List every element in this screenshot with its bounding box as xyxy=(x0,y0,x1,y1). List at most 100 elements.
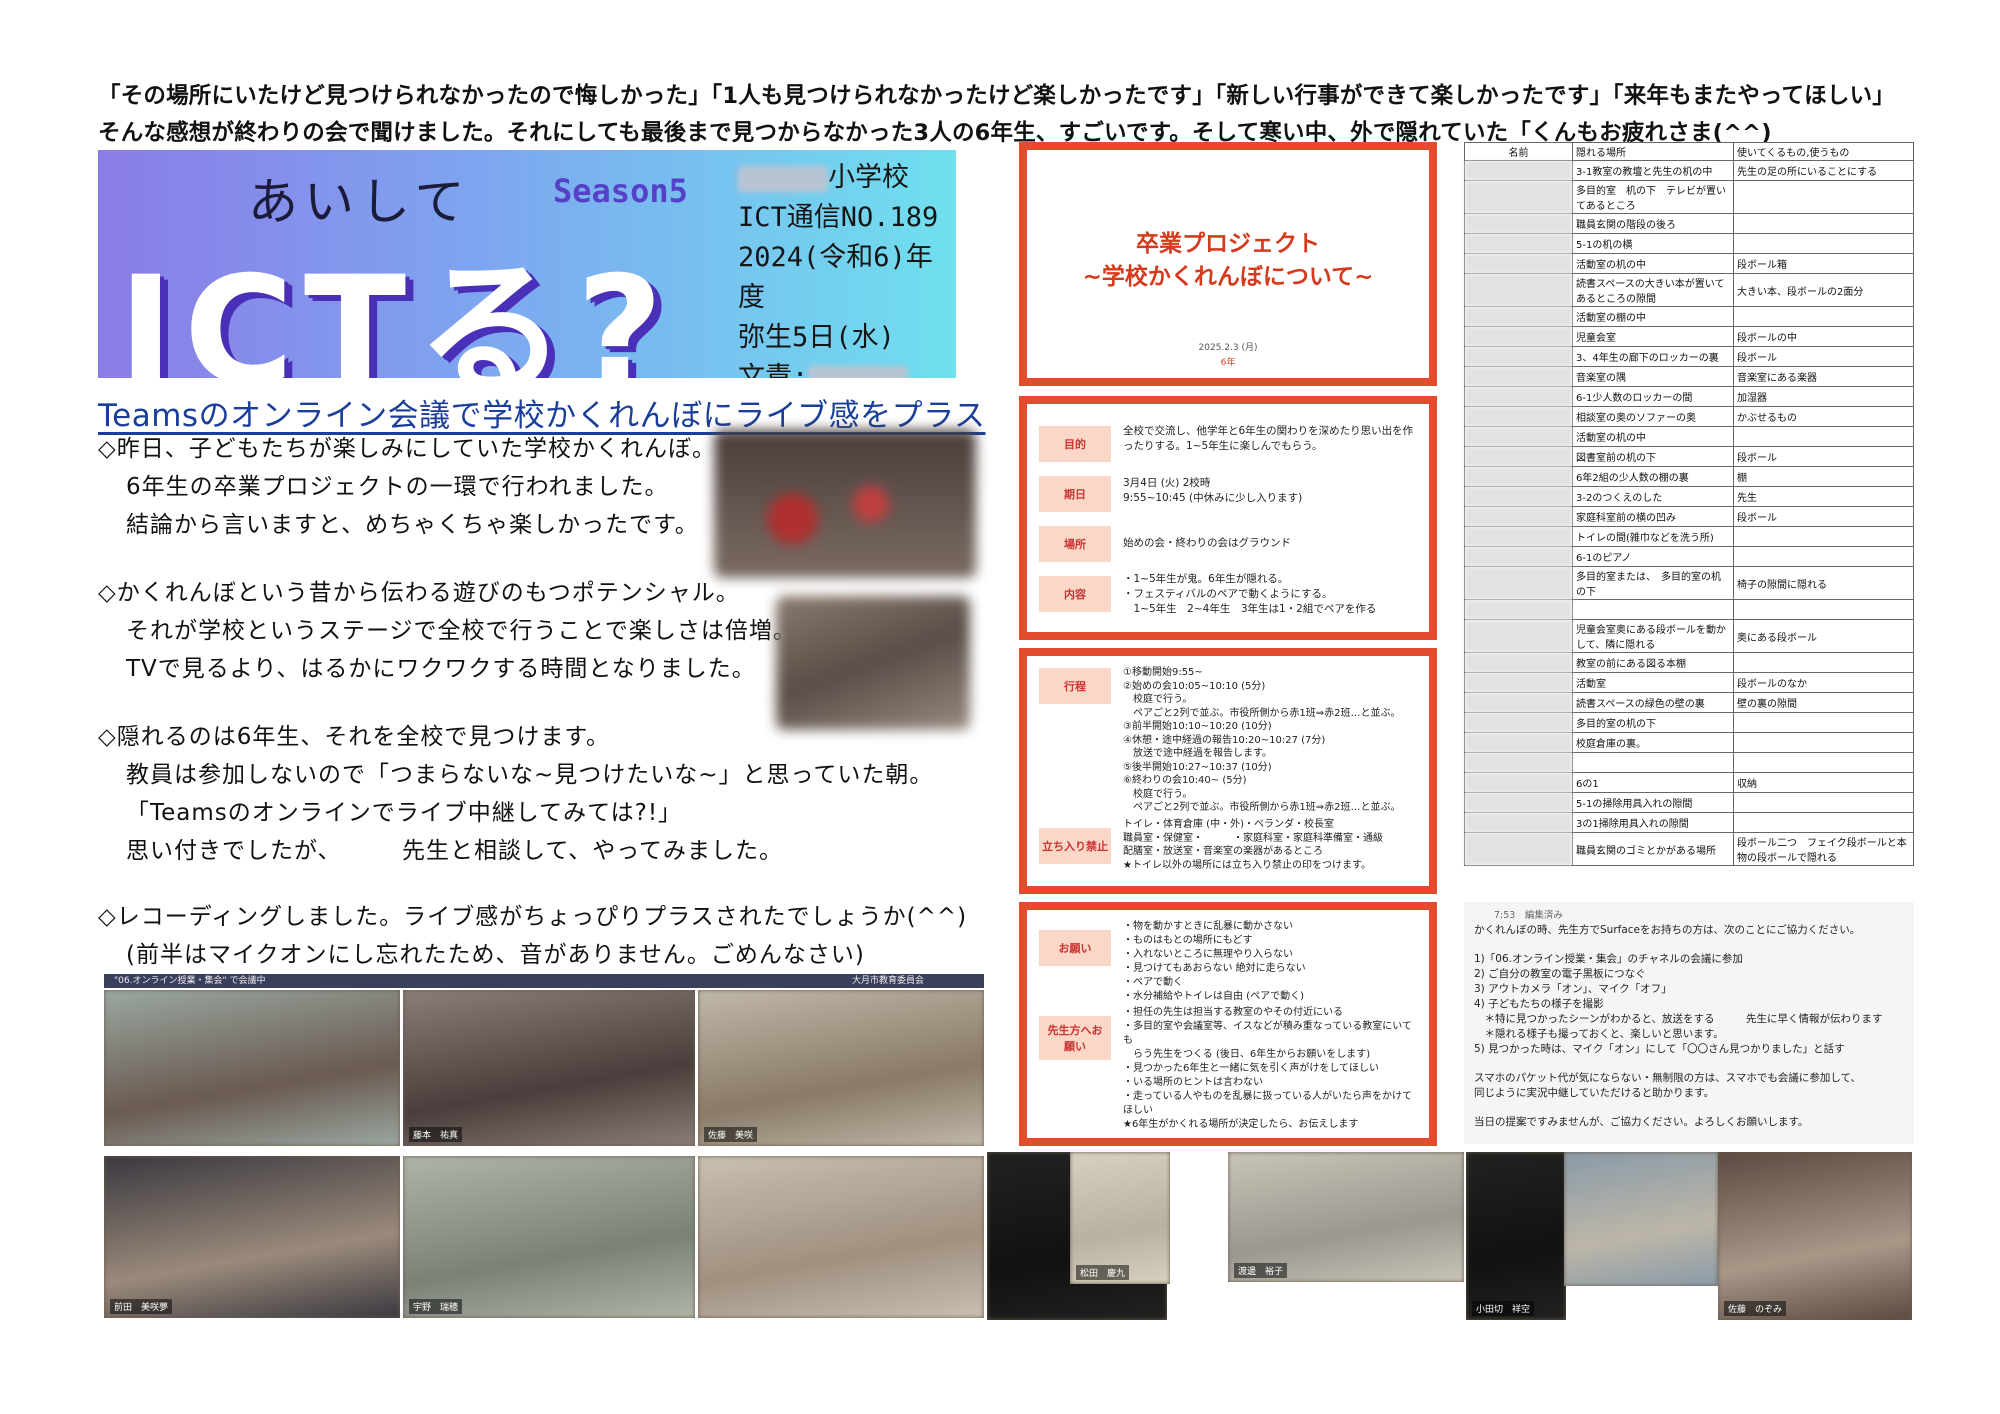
banner-info: 小学校 ICT通信NO.189 2024(令和6)年度 弥生5日(水) 文責: xyxy=(738,158,956,378)
table-row: 職員玄関の階段の後ろ xyxy=(1464,213,1914,234)
chat-line: 3) アウトカメラ「オン」、マイク「オフ」 xyxy=(1474,983,1672,995)
table-cell-place: 6年2組の少人数の棚の裏 xyxy=(1572,466,1734,487)
table-cell-place: 3、4年生の廊下のロッカーの裏 xyxy=(1572,346,1734,367)
table-cell-place: 読書スペースの緑色の壁の裏 xyxy=(1572,692,1734,713)
table-cell-name xyxy=(1464,832,1573,866)
table-cell-name xyxy=(1464,812,1573,833)
table-cell-item: 段ボール xyxy=(1733,346,1914,367)
table-row: トイレの間(雑巾などを洗う所) xyxy=(1464,526,1914,547)
table-cell-place xyxy=(1572,599,1734,620)
table-row: 図書室前の机の下 段ボール xyxy=(1464,446,1914,467)
table-cell-name xyxy=(1464,672,1573,693)
chat-line xyxy=(1474,1101,1904,1115)
table-cell-place: 音楽室の隅 xyxy=(1572,366,1734,387)
table-cell-place: 3の1掃除用具入れの隙間 xyxy=(1572,812,1734,833)
table-row: 6-1のピアノ xyxy=(1464,546,1914,567)
slide-title: 卒業プロジェクト ~学校かくれんぼについて~ 2025.2.3 (月) 6年 xyxy=(1019,142,1437,386)
table-cell-name xyxy=(1464,652,1573,673)
table-row: 多目的室または、 多目的室の机の下 椅子の隙間に隠れる xyxy=(1464,566,1914,600)
table-cell-item: 段ボール箱 xyxy=(1733,253,1914,274)
table-cell-item: 収納 xyxy=(1733,772,1914,793)
table-cell-item: 棚 xyxy=(1733,466,1914,487)
teams-chat-message: 7:53 編集済み かくれんぼの時、先生方でSurfaceをお持ちの方は、次のこ… xyxy=(1464,902,1914,1144)
video-tile xyxy=(1564,1152,1718,1286)
paragraph-3: ◇隠れるのは6年生、それを全校で見つけます。 教員は参加しないので「つまらないな… xyxy=(98,724,934,864)
blurred-photo-2 xyxy=(776,596,970,730)
table-row: 6の1 収納 xyxy=(1464,772,1914,793)
table-cell-item: 段ボール二つ フェイク段ボールと本物の段ボールで隠れる xyxy=(1733,832,1914,866)
video-tile: 渡邊 裕子 xyxy=(1228,1152,1464,1282)
table-row: 3-1教室の教壇と先生の机の中 先生の足の所にいることにする xyxy=(1464,160,1914,181)
table-cell-place: 多目的室 机の下 テレビが置いてあるところ xyxy=(1572,180,1734,214)
table-cell-name xyxy=(1464,792,1573,813)
table-cell-name xyxy=(1464,306,1573,327)
slide-tag: 先生方へお願い xyxy=(1039,1016,1111,1060)
table-cell-place: 3-1教室の教壇と先生の机の中 xyxy=(1572,160,1734,181)
slide-text: 全校で交流し、他学年と6年生の関わりを深めたり思い出を作ったりする。1~5年生に… xyxy=(1123,425,1414,452)
paragraph-4: ◇レコーディングしました。ライブ感がちょっぴりプラスされたでしょうか(^^) (… xyxy=(98,904,968,968)
table-cell-item xyxy=(1733,526,1914,547)
table-row: 教室の前にある図る本棚 xyxy=(1464,652,1914,673)
table-cell-item xyxy=(1733,426,1914,447)
video-tile: 前田 美咲夢 xyxy=(104,1156,400,1318)
video-frame xyxy=(698,990,984,1146)
table-cell-place: 多目的室または、 多目的室の机の下 xyxy=(1572,566,1734,600)
table-cell-place: 6-1少人数のロッカーの間 xyxy=(1572,386,1734,407)
table-row: 職員玄関のゴミとかがある場所 段ボール二つ フェイク段ボールと本物の段ボールで隠れ… xyxy=(1464,832,1914,866)
table-cell-name xyxy=(1464,273,1573,307)
table-cell-name xyxy=(1464,732,1573,753)
table-row: 読書スペースの大きい本が置いてあるところの隙間 大きい本、段ボールの2面分 xyxy=(1464,273,1914,307)
slide-requests: お願い ・物を動かすときに乱暴に動かさない ・ものはもとの場所にもどす ・入れな… xyxy=(1019,902,1437,1146)
table-cell-name xyxy=(1464,366,1573,387)
table-cell-name xyxy=(1464,213,1573,234)
table-cell-item: 椅子の隙間に隠れる xyxy=(1733,566,1914,600)
table-cell-name xyxy=(1464,566,1573,600)
slide-tag: 目的 xyxy=(1039,426,1111,462)
table-cell-place: 活動室の机の中 xyxy=(1572,253,1734,274)
video-frame xyxy=(1466,1152,1566,1320)
table-row: 音楽室の隅 音楽室にある楽器 xyxy=(1464,366,1914,387)
slide-text: 始めの会・終わりの会はグラウンド xyxy=(1123,537,1291,549)
table-cell-place: 図書室前の机の下 xyxy=(1572,446,1734,467)
table-row: 読書スペースの緑色の壁の裏 壁の裏の隙間 xyxy=(1464,692,1914,713)
table-row: 相談室の奥のソファーの奥 かぶせるもの xyxy=(1464,406,1914,427)
table-cell-place: 活動室の机の中 xyxy=(1572,426,1734,447)
video-tile xyxy=(698,1156,984,1318)
chat-line: 4) 子どもたちの様子を撮影 xyxy=(1474,998,1604,1010)
table-cell-item: 段ボールの中 xyxy=(1733,326,1914,347)
slide-text: トイレ・体育倉庫 (中・外)・ベランダ・校長室 職員室・保健室・ ・家庭科室・家… xyxy=(1123,819,1383,871)
slide-grade: 6年 xyxy=(1220,358,1236,368)
table-cell-place: 5-1の掃除用具入れの隙間 xyxy=(1572,792,1734,813)
table-cell-item xyxy=(1733,213,1914,234)
table-cell-name xyxy=(1464,712,1573,733)
slide-tag: お願い xyxy=(1039,930,1111,966)
table-row xyxy=(1464,599,1914,620)
slide-schedule: 行程 ①移動開始9:55~ ②始めの会10:05~10:10 (5分) 校庭で行… xyxy=(1019,648,1437,894)
table-cell-item xyxy=(1733,792,1914,813)
table-row: 多目的室 机の下 テレビが置いてあるところ xyxy=(1464,180,1914,214)
chat-body: かくれんぼの時、先生方でSurfaceをお持ちの方は、次のことにご協力ください。… xyxy=(1474,923,1904,1130)
issue-number: ICT通信NO.189 xyxy=(738,202,939,233)
table-cell-place: 家庭科室前の横の凹み xyxy=(1572,506,1734,527)
table-cell-name xyxy=(1464,180,1573,214)
table-row: 児童会室 段ボールの中 xyxy=(1464,326,1914,347)
video-frame xyxy=(403,1156,695,1318)
chat-line xyxy=(1474,938,1904,952)
table-cell-name xyxy=(1464,506,1573,527)
table-cell-name xyxy=(1464,386,1573,407)
table-cell-name xyxy=(1464,446,1573,467)
slide-text: ①移動開始9:55~ ②始めの会10:05~10:10 (5分) 校庭で行う。 … xyxy=(1123,667,1401,813)
header-banner: あいして Season5 ICTる? 小学校 ICT通信NO.189 2024(… xyxy=(98,150,956,378)
table-cell-name xyxy=(1464,752,1573,773)
table-cell-name xyxy=(1464,466,1573,487)
slide-text: ・担任の先生は担当する教室のやその付近にいる ・多目的室や会議室等、イスなどが積… xyxy=(1123,1007,1412,1130)
table-cell-name xyxy=(1464,619,1573,653)
video-tile: 佐藤 美咲 xyxy=(698,990,984,1146)
table-header: 名前 xyxy=(1464,142,1573,161)
table-cell-name xyxy=(1464,526,1573,547)
video-frame xyxy=(104,1156,400,1318)
table-cell-name xyxy=(1464,346,1573,367)
table-row: 3、4年生の廊下のロッカーの裏 段ボール xyxy=(1464,346,1914,367)
table-cell-place: 6-1のピアノ xyxy=(1572,546,1734,567)
author-label: 文責: xyxy=(738,362,809,378)
